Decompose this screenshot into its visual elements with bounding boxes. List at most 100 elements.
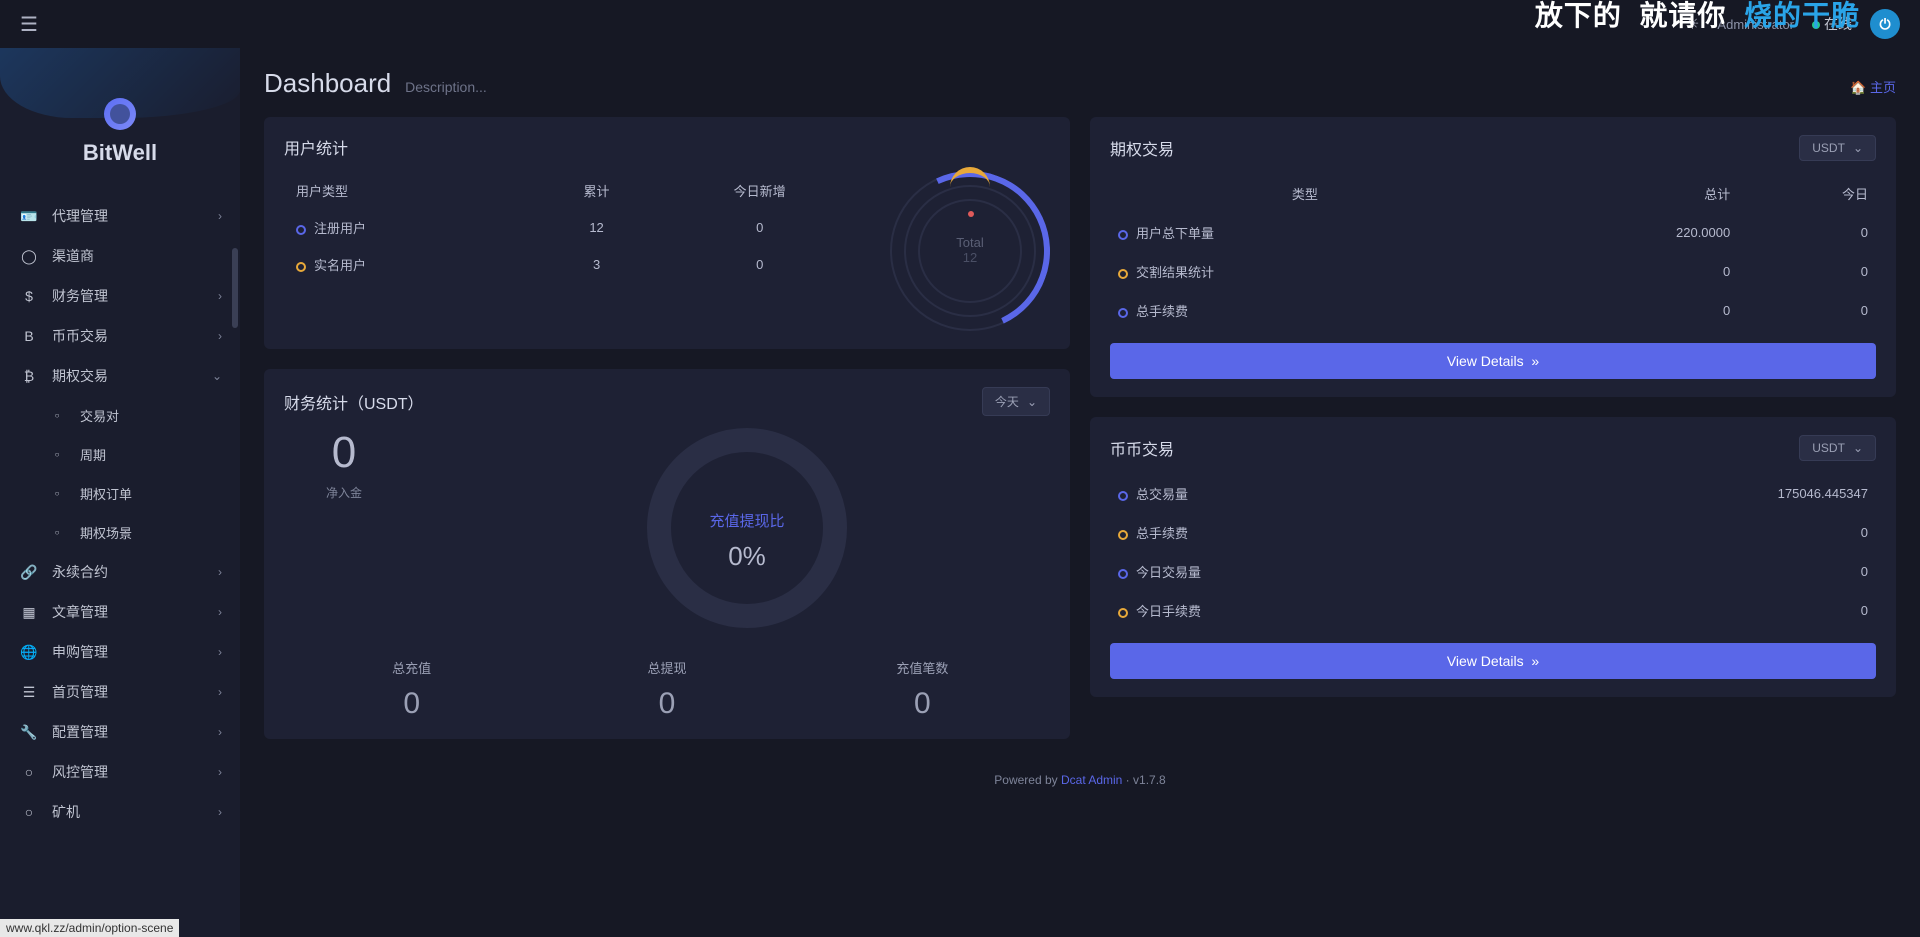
sidebar-item-label: 期权场景: [80, 523, 132, 542]
table-row: 注册用户120: [286, 210, 858, 245]
chevron-right-icon: ›: [218, 725, 222, 739]
sidebar-item-5[interactable]: 🔗永续合约›: [0, 552, 240, 592]
options-card: 期权交易 USDT ⌄ 类型总计今日 用户总下单量220.00000交割结果统计…: [1090, 117, 1896, 397]
chevron-right-icon: ›: [218, 565, 222, 579]
chevron-right-icon: ›: [218, 289, 222, 303]
view-details-button[interactable]: View Details »: [1110, 343, 1876, 379]
circle-icon: ○: [48, 411, 66, 420]
finance-stat: 总提现0: [539, 658, 794, 721]
page-title: Dashboard: [264, 68, 391, 98]
sidebar-item-label: 周期: [80, 445, 106, 464]
chevron-down-icon: ⌄: [212, 369, 222, 383]
currency-select[interactable]: USDT ⌄: [1799, 135, 1876, 161]
sidebar-subitem-4-3[interactable]: ○ 期权场景: [0, 513, 240, 552]
currency-select[interactable]: USDT ⌄: [1799, 435, 1876, 461]
home-link[interactable]: 🏠 主页: [1850, 77, 1896, 96]
menu-toggle-icon[interactable]: ☰: [20, 12, 38, 37]
id-card-icon: 🪪: [20, 208, 38, 225]
sidebar-item-label: 配置管理: [52, 722, 108, 742]
chevron-right-icon: ›: [218, 765, 222, 779]
circle-icon: ○: [20, 804, 38, 820]
sidebar-item-label: 申购管理: [52, 642, 108, 662]
sidebar: BitWell 🪪 代理管理 › ◯ 渠道商 $ 财务管理 › B 币币交易 › ₿ 期权交易 ⌄ ○ 交易对…: [0, 48, 240, 937]
image-icon: ▦: [20, 604, 38, 621]
spot-table: 总交易量175046.445347总手续费0今日交易量0今日手续费0: [1110, 473, 1876, 631]
chevron-right-icon: ›: [218, 209, 222, 223]
sidebar-item-9[interactable]: 🔧 配置管理 ›: [0, 712, 240, 752]
circle-icon: ○: [48, 489, 66, 498]
finance-stat: 充值笔数0: [795, 658, 1050, 721]
sidebar-item-2[interactable]: $ 财务管理 ›: [0, 276, 240, 316]
circle-icon: ○: [48, 450, 66, 459]
sidebar-subitem-4-1[interactable]: ○ 周期: [0, 435, 240, 474]
sidebar-scrollbar[interactable]: [232, 248, 238, 328]
chevron-down-icon: ⌄: [1853, 441, 1863, 455]
user-stats-table: 用户类型 累计 今日新增 注册用户120实名用户30: [284, 171, 860, 284]
table-row: 总手续费00: [1112, 292, 1874, 329]
sidebar-item-8[interactable]: ☰ 首页管理 ›: [0, 672, 240, 712]
sidebar-item-label: 风控管理: [52, 762, 108, 782]
options-table: 类型总计今日 用户总下单量220.00000交割结果统计00总手续费00: [1110, 173, 1876, 331]
bitcoin-icon: ₿: [20, 368, 38, 384]
ratio-gauge: 充值提现比 0%: [647, 428, 847, 628]
period-select[interactable]: 今天 ⌄: [982, 387, 1050, 416]
brand-name: BitWell: [0, 140, 240, 166]
chevron-right-icon: ›: [218, 329, 222, 343]
chevron-right-icon: ›: [218, 805, 222, 819]
status-bar-url: www.qkl.zz/admin/option-scene: [0, 919, 179, 937]
table-row: 用户总下单量220.00000: [1112, 214, 1874, 251]
circle-icon: ○: [48, 528, 66, 537]
sidebar-item-label: 期权交易: [52, 366, 108, 386]
sidebar-item-label: 财务管理: [52, 286, 108, 306]
sidebar-item-label: 期权订单: [80, 484, 132, 503]
chevron-down-icon: ⌄: [1853, 141, 1863, 155]
card-title: 期权交易: [1110, 136, 1174, 160]
wrench-icon: 🔧: [20, 724, 38, 741]
chevron-right-icon: ›: [218, 605, 222, 619]
sidebar-item-3[interactable]: B 币币交易 ›: [0, 316, 240, 356]
card-title: 财务统计（USDT）: [284, 390, 424, 414]
circle-icon: ○: [20, 764, 38, 780]
table-row: 总交易量175046.445347: [1112, 475, 1874, 512]
sidebar-item-label: 代理管理: [52, 206, 108, 226]
sidebar-item-label: 渠道商: [52, 246, 94, 266]
chevron-right-icon: ›: [218, 645, 222, 659]
footer: Powered by Dcat Admin · v1.7.8: [264, 759, 1896, 801]
sidebar-item-1[interactable]: ◯ 渠道商: [0, 236, 240, 276]
sidebar-item-label: 文章管理: [52, 602, 108, 622]
sidebar-item-11[interactable]: ○矿机›: [0, 792, 240, 832]
footer-brand-link[interactable]: Dcat Admin: [1061, 773, 1122, 787]
power-icon[interactable]: ⏻: [1870, 9, 1900, 39]
logo-icon: [104, 98, 136, 130]
sidebar-subitem-4-2[interactable]: ○ 期权订单: [0, 474, 240, 513]
view-details-button[interactable]: View Details »: [1110, 643, 1876, 679]
dollar-icon: $: [20, 288, 38, 304]
spot-card: 币币交易 USDT ⌄ 总交易量175046.445347总手续费0今日交易量0…: [1090, 417, 1896, 697]
table-row: 总手续费0: [1112, 514, 1874, 551]
sidebar-item-label: 首页管理: [52, 682, 108, 702]
watermark-text: 放下的 就请你 烧的干脆: [1535, 0, 1860, 34]
page-description: Description...: [405, 79, 487, 95]
sidebar-item-label: 交易对: [80, 406, 119, 425]
user-circle-icon: ◯: [20, 248, 38, 265]
finance-stat: 总充值0: [284, 658, 539, 721]
sidebar-item-7[interactable]: 🌐 申购管理 ›: [0, 632, 240, 672]
sidebar-item-label: 币币交易: [52, 326, 108, 346]
sidebar-item-0[interactable]: 🪪 代理管理 ›: [0, 196, 240, 236]
card-title: 用户统计: [284, 135, 1050, 159]
sidebar-item-4[interactable]: ₿ 期权交易 ⌄: [0, 356, 240, 396]
table-row: 今日手续费0: [1112, 592, 1874, 629]
table-row: 实名用户30: [286, 247, 858, 282]
user-stats-card: 用户统计 用户类型 累计 今日新增 注册用户120实名用户30: [264, 117, 1070, 349]
net-in-value: 0: [284, 428, 404, 478]
net-in-label: 净入金: [284, 484, 404, 501]
table-row: 交割结果统计00: [1112, 253, 1874, 290]
bold-icon: B: [20, 328, 38, 344]
table-row: 今日交易量0: [1112, 553, 1874, 590]
sidebar-item-6[interactable]: ▦ 文章管理 ›: [0, 592, 240, 632]
chevron-right-icon: ›: [218, 685, 222, 699]
sidebar-item-10[interactable]: ○ 风控管理 ›: [0, 752, 240, 792]
sidebar-subitem-4-0[interactable]: ○ 交易对: [0, 396, 240, 435]
list-icon: ☰: [20, 684, 38, 701]
globe-icon: 🌐: [20, 644, 38, 661]
